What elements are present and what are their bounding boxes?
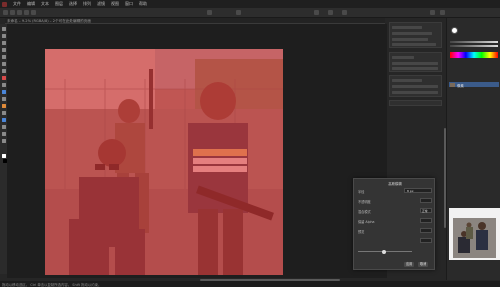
- menu-window[interactable]: 窗口: [125, 1, 133, 7]
- gaussian-blur-dialog: 高斯模糊 半径 8 px 不透明度 混合模式 正常 保留 Alpha 预览 应用…: [353, 178, 435, 270]
- persona-photo-button[interactable]: [3, 10, 8, 15]
- studio-panel: 像素: [446, 18, 500, 280]
- collapsed-panel[interactable]: [389, 100, 442, 106]
- menu-view[interactable]: 视图: [111, 1, 119, 7]
- persona-export-button[interactable]: [31, 10, 36, 15]
- panel-field[interactable]: [392, 38, 428, 41]
- preferences-button[interactable]: [440, 10, 445, 15]
- gradient-tool-icon[interactable]: [1, 97, 6, 101]
- extra-field[interactable]: [420, 238, 432, 243]
- canvas-photo[interactable]: [45, 49, 283, 275]
- radius-slider-knob[interactable]: [382, 249, 386, 254]
- selection-mode-button[interactable]: [342, 10, 347, 15]
- app-logo: [2, 1, 7, 7]
- persona-develop-button[interactable]: [17, 10, 22, 15]
- layer-row[interactable]: 像素: [449, 82, 499, 88]
- selection-brush-icon[interactable]: [1, 55, 6, 59]
- menu-filters[interactable]: 滤镜: [97, 1, 105, 7]
- opacity-field[interactable]: [420, 198, 432, 203]
- radius-value: 8 px: [407, 189, 414, 193]
- menu-bar: 文件 编辑 文本 图层 选择 排列 滤镜 视图 窗口 帮助: [0, 0, 500, 8]
- preview-checkbox[interactable]: [420, 228, 432, 233]
- navigator-thumbnail: [449, 208, 500, 260]
- clone-tool-icon[interactable]: [1, 111, 6, 115]
- dodge-tool-icon[interactable]: [1, 104, 6, 108]
- persona-liquify-button[interactable]: [10, 10, 15, 15]
- radius-field[interactable]: 8 px: [404, 188, 432, 193]
- canvas-area[interactable]: [7, 24, 387, 278]
- align-button[interactable]: [207, 10, 212, 15]
- opacity-label: 不透明度: [358, 200, 371, 204]
- color-picker-icon[interactable]: [451, 27, 458, 34]
- apply-button[interactable]: 应用: [404, 262, 415, 267]
- layer-thumbnail: [450, 82, 455, 87]
- flood-fill-icon[interactable]: [1, 90, 6, 94]
- panel-field[interactable]: [392, 26, 422, 29]
- move-tool-icon[interactable]: [1, 27, 6, 31]
- shape-tool-icon[interactable]: [1, 132, 6, 136]
- panel-field[interactable]: [392, 56, 414, 59]
- panel-field[interactable]: [392, 91, 438, 94]
- dialog-title: 高斯模糊: [388, 182, 402, 186]
- status-bar: 拖动以移动选区。 Ctrl 单击以复制所选内容。 Shift 拖动以约束。: [0, 281, 500, 287]
- panel-field[interactable]: [392, 85, 438, 88]
- menu-layer[interactable]: 图层: [55, 1, 63, 7]
- mask-button[interactable]: [314, 10, 319, 15]
- studio-toggle-button[interactable]: [430, 10, 435, 15]
- context-toolbar: [0, 8, 500, 18]
- color-slider[interactable]: [450, 41, 498, 43]
- blend-mode-label: 混合模式: [358, 210, 371, 214]
- preview-label: 预览: [358, 230, 365, 234]
- snapping-button[interactable]: [236, 10, 241, 15]
- flood-select-icon[interactable]: [1, 62, 6, 66]
- blend-mode-value: 正常: [422, 209, 428, 213]
- erase-brush-icon[interactable]: [1, 83, 6, 87]
- menu-select[interactable]: 选择: [69, 1, 77, 7]
- preserve-alpha-label: 保留 Alpha: [358, 220, 375, 224]
- view-tool-icon[interactable]: [1, 34, 6, 38]
- blend-mode-select[interactable]: 正常: [420, 208, 432, 213]
- radius-slider[interactable]: [358, 249, 412, 254]
- radius-label: 半径: [358, 190, 365, 194]
- navigator-preview[interactable]: [449, 208, 500, 260]
- menu-edit[interactable]: 编辑: [27, 1, 35, 7]
- crop-tool-icon[interactable]: [1, 48, 6, 52]
- panel-field[interactable]: [392, 32, 432, 35]
- panel-field[interactable]: [392, 79, 422, 82]
- photo-image: [45, 49, 283, 275]
- histogram-panel: [389, 75, 442, 97]
- panel-field[interactable]: [392, 62, 438, 65]
- cancel-button[interactable]: 取消: [418, 262, 429, 267]
- pen-tool-icon[interactable]: [1, 125, 6, 129]
- primary-color-swatch[interactable]: [1, 154, 6, 158]
- color-slider[interactable]: [450, 45, 498, 47]
- menu-file[interactable]: 文件: [13, 1, 21, 7]
- menu-arrange[interactable]: 排列: [83, 1, 91, 7]
- status-text: 拖动以移动选区。 Ctrl 单击以复制所选内容。 Shift 拖动以约束。: [2, 282, 102, 287]
- healing-tool-icon[interactable]: [1, 118, 6, 122]
- zoom-tool-icon[interactable]: [1, 41, 6, 45]
- panel-field[interactable]: [392, 43, 436, 46]
- menu-help[interactable]: 帮助: [139, 1, 147, 7]
- text-tool-icon[interactable]: [1, 139, 6, 143]
- menu-text[interactable]: 文本: [41, 1, 49, 7]
- brush-panel: [389, 22, 442, 48]
- document-tab-title: 未命名 – 9.2% (RGBA/8) – 2个可在此处编辑的页面: [7, 18, 91, 23]
- marquee-tool-icon[interactable]: [1, 69, 6, 73]
- tools-panel: [0, 24, 7, 274]
- panel-field[interactable]: [392, 67, 438, 70]
- hue-spectrum[interactable]: [450, 52, 498, 58]
- paint-brush-icon[interactable]: [1, 76, 6, 80]
- quick-mask-button[interactable]: [328, 10, 333, 15]
- preserve-alpha-checkbox[interactable]: [420, 218, 432, 223]
- persona-tone-button[interactable]: [24, 10, 29, 15]
- transform-panel: [389, 52, 442, 72]
- layer-name: 像素: [457, 83, 464, 88]
